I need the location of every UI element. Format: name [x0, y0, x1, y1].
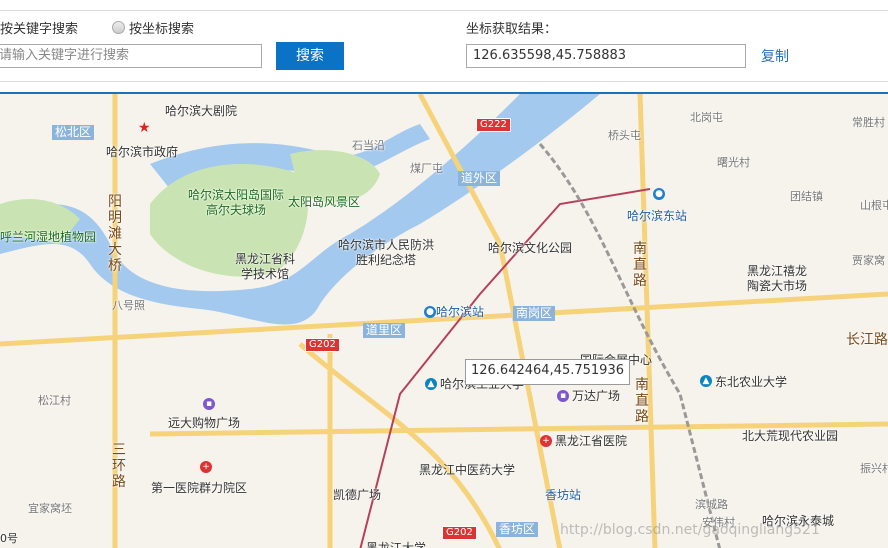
- hospital-icon: +: [200, 461, 212, 473]
- coordinate-result-field[interactable]: 126.635598,45.758883: [466, 44, 746, 68]
- poi-label[interactable]: 哈尔滨大剧院: [165, 102, 237, 119]
- place-label: 宜家窝坯: [28, 502, 72, 515]
- place-label: 贾家窝: [852, 254, 885, 267]
- poi-label[interactable]: 哈尔滨市人民防洪胜利纪念塔: [338, 238, 434, 268]
- poi-label[interactable]: 太阳岛风景区: [288, 193, 360, 210]
- poi-label[interactable]: 北大荒现代农业园: [742, 427, 838, 444]
- poi-label[interactable]: 黑龙江省科学技术馆: [230, 252, 300, 282]
- place-label: 振兴村: [860, 462, 888, 475]
- copy-link[interactable]: 复制: [761, 46, 789, 66]
- road-name: 南直路: [635, 377, 649, 425]
- radio-keyword-search[interactable]: 按关键字搜索: [0, 18, 78, 37]
- radio-coordinate-search[interactable]: 按坐标搜索: [112, 18, 194, 37]
- school-icon: ▲: [700, 375, 712, 387]
- poi-label[interactable]: 哈尔滨太阳岛国际高尔夫球场: [186, 188, 286, 218]
- scale-label: 0号: [0, 532, 18, 545]
- place-label: 滨城路: [695, 498, 728, 511]
- hospital-icon: +: [540, 435, 552, 447]
- radio-coord-label: 按坐标搜索: [129, 22, 195, 37]
- place-label: 山根屯: [860, 199, 888, 212]
- place-label: 北岗屯: [690, 111, 723, 124]
- road-shield: G202: [305, 338, 340, 352]
- train-station-icon: ●: [424, 306, 436, 318]
- train-station-icon: ●: [653, 188, 665, 200]
- place-label: 八号照: [112, 299, 145, 312]
- road-name: 三环路: [112, 442, 126, 490]
- place-label: 松江村: [38, 394, 71, 407]
- poi-label[interactable]: 黑龙江大学: [366, 539, 426, 548]
- watermark: http://blog.csdn.net/gaoqingliang521: [560, 522, 820, 538]
- coordinate-tooltip: 126.642464,45.751936: [465, 359, 630, 385]
- shopping-icon: ▪: [203, 398, 215, 410]
- mid-divider: [0, 81, 888, 82]
- keyword-search-input[interactable]: 请输入关键字进行搜索: [0, 44, 262, 68]
- district-label: 香坊区: [496, 522, 539, 537]
- poi-label[interactable]: 呼兰河湿地植物园: [0, 228, 96, 245]
- star-icon: ★: [138, 120, 151, 136]
- district-label: 道外区: [458, 171, 501, 186]
- place-label: 团结镇: [790, 190, 823, 203]
- poi-label[interactable]: 哈尔滨东站: [627, 207, 687, 224]
- district-label: 道里区: [363, 323, 406, 338]
- road-name: 南直路: [633, 241, 647, 289]
- poi-label[interactable]: 凯德广场: [333, 486, 381, 503]
- result-label: 坐标获取结果：: [466, 22, 558, 37]
- district-label: 松北区: [52, 125, 95, 140]
- radio-keyword-label: 按关键字搜索: [0, 22, 79, 37]
- search-button[interactable]: 搜索: [276, 42, 344, 70]
- poi-label[interactable]: 第一医院群力院区: [151, 479, 247, 496]
- road-name: 阳明滩大桥: [108, 194, 122, 274]
- map-base: [0, 94, 888, 548]
- poi-label[interactable]: 哈尔滨站: [436, 303, 484, 320]
- poi-label[interactable]: 哈尔滨文化公园: [488, 239, 572, 256]
- poi-label[interactable]: 黑龙江中医药大学: [419, 461, 515, 478]
- shopping-icon: ▪: [557, 390, 569, 402]
- poi-label[interactable]: 黑龙江省医院: [555, 432, 627, 449]
- map-canvas[interactable]: 松北区 道外区 道里区 南岗区 香坊区 G222 G202 G202 哈尔滨大剧…: [0, 92, 888, 548]
- school-icon: ▲: [425, 378, 437, 390]
- poi-label[interactable]: 远大购物广场: [168, 414, 240, 431]
- poi-label[interactable]: 东北农业大学: [715, 373, 787, 390]
- radio-circle-icon: [112, 21, 125, 34]
- road-shield: G222: [476, 118, 511, 132]
- place-label: 煤厂屯: [410, 162, 443, 175]
- poi-label[interactable]: 万达广场: [572, 387, 620, 404]
- top-divider: [0, 10, 888, 11]
- district-label: 南岗区: [513, 306, 556, 321]
- poi-label[interactable]: 香坊站: [545, 486, 581, 503]
- place-label: 桥头屯: [608, 129, 641, 142]
- road-name: 长江路: [846, 332, 888, 348]
- place-label: 常胜村: [852, 116, 885, 129]
- place-label: 石当沿: [352, 139, 385, 152]
- road-shield: G202: [442, 526, 477, 540]
- poi-label[interactable]: 黑龙江禧龙陶瓷大市场: [742, 264, 812, 294]
- place-label: 曙光村: [717, 156, 750, 169]
- poi-label[interactable]: 哈尔滨市政府: [106, 143, 178, 160]
